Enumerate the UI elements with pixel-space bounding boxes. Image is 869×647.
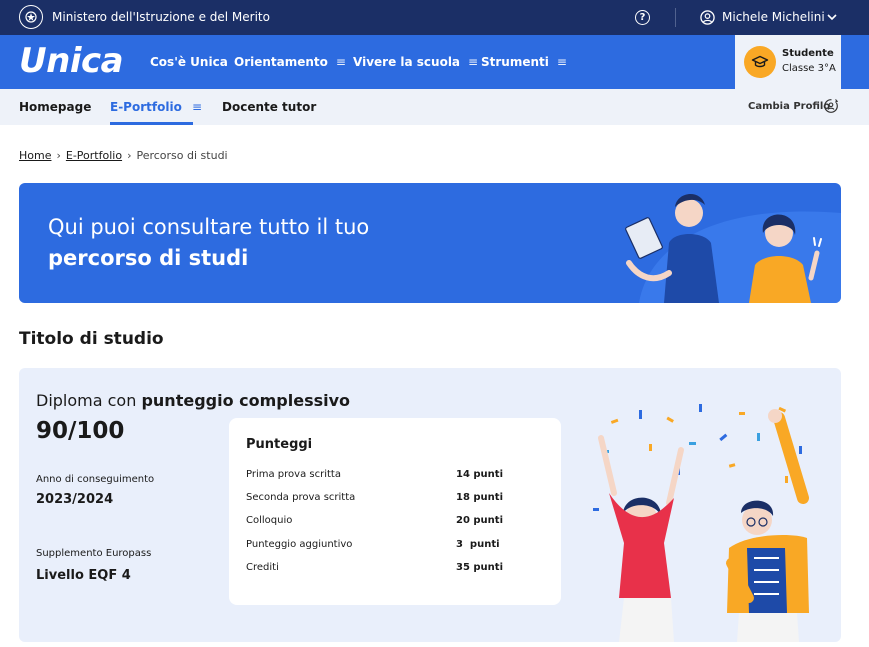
help-icon[interactable]: ? (635, 10, 650, 25)
students-illustration (625, 193, 841, 303)
points-row-label: Seconda prova scritta (246, 492, 356, 503)
points-row-label: Punteggio aggiuntivo (246, 539, 353, 550)
divider (675, 8, 676, 27)
points-row: Crediti 35 punti (246, 562, 546, 576)
points-row-label: Prima prova scritta (246, 469, 341, 480)
points-row-value: 18 punti (456, 492, 504, 503)
diploma-title: Diploma con punteggio complessivo (36, 391, 350, 410)
tab-homepage[interactable]: Homepage (19, 100, 91, 114)
points-row: Prima prova scritta 14 punti (246, 469, 546, 483)
switch-profile-icon[interactable] (823, 98, 839, 114)
year-label: Anno di conseguimento (36, 474, 155, 485)
points-row-label: Crediti (246, 562, 279, 573)
points-row: Colloquio 20 punti (246, 515, 546, 529)
menu-icon: ≡ (556, 55, 567, 69)
nav-item-label: Vivere la scuola (353, 55, 461, 69)
breadcrumb-home[interactable]: Home (19, 149, 51, 162)
hero-line-1: Qui puoi consultare tutto il tuo (48, 215, 370, 239)
change-profile-link[interactable]: Cambia Profilo (748, 101, 830, 112)
menu-icon: ≡ (335, 55, 346, 69)
section-title: Titolo di studio (19, 329, 164, 349)
points-row-value: 35 punti (456, 562, 504, 573)
points-row: Seconda prova scritta 18 punti (246, 492, 546, 506)
nav-item-label: Orientamento (234, 55, 328, 69)
active-tab-indicator (110, 122, 193, 125)
tab-label: E-Portfolio (110, 100, 182, 114)
graduation-cap-icon (744, 46, 776, 78)
points-row-value: 20 punti (456, 515, 504, 526)
points-panel: Punteggi Prima prova scritta 14 punti Se… (229, 418, 561, 605)
chevron-down-icon[interactable] (826, 11, 838, 23)
nav-item-strumenti[interactable]: Strumenti ≡ (481, 55, 567, 69)
breadcrumb: Home › E-Portfolio › Percorso di studi (19, 149, 228, 162)
nav-item-label: Cos'è Unica (150, 55, 228, 69)
diploma-title-prefix: Diploma con (36, 391, 137, 410)
breadcrumb-separator: › (56, 149, 61, 162)
sub-navigation: Homepage E-Portfolio ≡ Docente tutor Cam… (0, 89, 869, 125)
menu-icon: ≡ (192, 100, 203, 114)
user-circle-icon[interactable] (700, 10, 715, 25)
diploma-title-bold: punteggio complessivo (141, 391, 351, 410)
points-row: Punteggio aggiuntivo 3 punti (246, 539, 546, 553)
europass-label: Supplemento Europass (36, 548, 152, 559)
breadcrumb-e-portfolio[interactable]: E-Portfolio (66, 149, 122, 162)
profile-switch[interactable]: Studente Classe 3°A (735, 35, 841, 89)
europass-value: Livello EQF 4 (36, 568, 131, 583)
points-row-value: 3 punti (456, 539, 500, 550)
tab-e-portfolio[interactable]: E-Portfolio ≡ (110, 100, 202, 114)
diploma-card: Diploma con punteggio complessivo 90/100… (19, 368, 841, 642)
breadcrumb-current: Percorso di studi (136, 149, 228, 162)
ministry-name[interactable]: Ministero dell'Istruzione e del Merito (52, 10, 270, 24)
celebration-illustration (593, 404, 809, 642)
hero-line-2: percorso di studi (48, 246, 249, 270)
points-row-value: 14 punti (456, 469, 504, 480)
nav-item-label: Strumenti (481, 55, 549, 69)
tab-docente-tutor[interactable]: Docente tutor (222, 100, 316, 114)
ministry-bar: Ministero dell'Istruzione e del Merito ?… (0, 0, 869, 35)
main-navigation: Unica Cos'è Unica Orientamento ≡ Vivere … (0, 35, 869, 89)
nav-item-cos-e-unica[interactable]: Cos'è Unica (150, 55, 228, 69)
nav-item-orientamento[interactable]: Orientamento ≡ (234, 55, 346, 69)
points-row-label: Colloquio (246, 515, 293, 526)
total-score: 90/100 (36, 418, 125, 444)
hero-banner: Qui puoi consultare tutto il tuo percors… (19, 183, 841, 303)
points-heading: Punteggi (246, 437, 313, 452)
unica-logo[interactable]: Unica (19, 41, 124, 81)
breadcrumb-separator: › (127, 149, 132, 162)
nav-item-vivere-la-scuola[interactable]: Vivere la scuola ≡ (353, 55, 478, 69)
profile-class: Classe 3°A (782, 63, 836, 74)
republic-emblem-icon (19, 5, 43, 29)
user-name[interactable]: Michele Michelini (722, 10, 825, 24)
menu-icon: ≡ (468, 55, 479, 69)
year-value: 2023/2024 (36, 492, 114, 507)
profile-role: Studente (782, 48, 834, 59)
